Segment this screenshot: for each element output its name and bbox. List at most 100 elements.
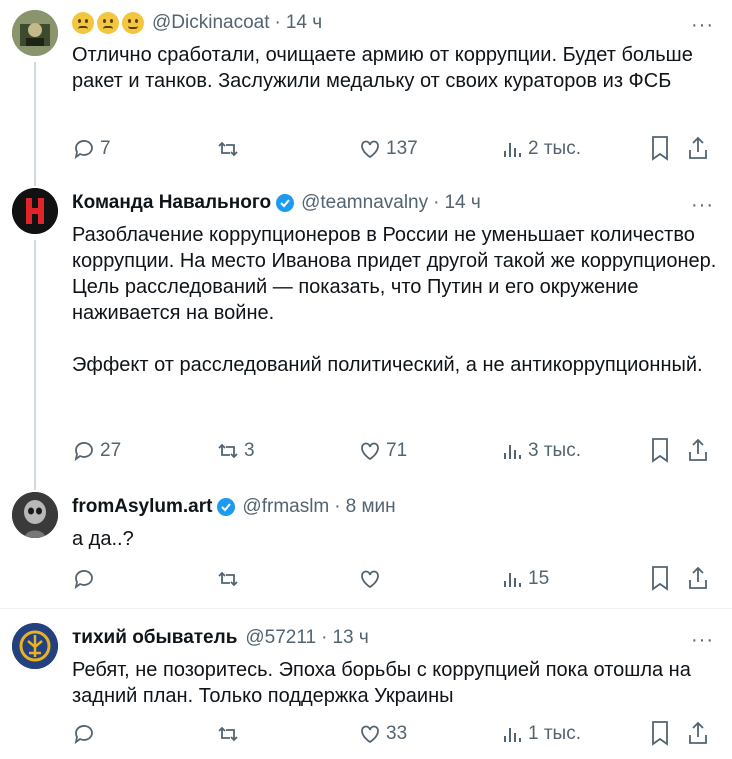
action-bar: 7 137 2 тыс. — [72, 134, 722, 164]
like-count: 71 — [386, 440, 408, 461]
timestamp[interactable]: 14 ч — [286, 12, 322, 34]
display-name[interactable]: тихий обыватель — [72, 627, 237, 649]
tweet-text: Ребят, не позоритесь. Эпоха борьбы с кор… — [72, 659, 697, 707]
bookmark-icon — [652, 438, 668, 463]
more-options-icon[interactable]: ··· — [691, 629, 714, 652]
avatar[interactable] — [12, 10, 58, 56]
reply-button[interactable]: 27 — [72, 436, 121, 466]
action-bar: 27 3 71 3 тыс. — [72, 436, 722, 466]
bookmark-icon — [652, 136, 668, 161]
bookmark-button[interactable] — [648, 134, 672, 167]
reply-button[interactable] — [72, 564, 100, 594]
share-button[interactable] — [686, 134, 710, 167]
confused-face-icon — [97, 12, 119, 34]
views-chart-icon — [504, 728, 521, 742]
tweet-4[interactable]: тихий обыватель @57211 · 13 ч ··· Ребят,… — [0, 609, 732, 759]
reply-button[interactable] — [72, 719, 100, 749]
views-count: 15 — [528, 568, 550, 589]
reply-count: 27 — [100, 440, 122, 461]
tweet-3[interactable]: fromAsylum.art @frmaslm · 8 мин а да..? … — [0, 474, 732, 608]
avatar[interactable] — [12, 188, 58, 234]
views-count: 2 тыс. — [528, 138, 581, 159]
thread-line — [34, 178, 36, 186]
like-count: 33 — [386, 723, 408, 744]
timestamp[interactable]: 13 ч — [332, 627, 368, 649]
heart-icon — [361, 442, 379, 461]
like-button[interactable]: 137 — [358, 134, 418, 164]
emoji-name — [72, 12, 144, 34]
display-name[interactable]: fromAsylum.art — [72, 496, 212, 518]
heart-icon — [361, 725, 379, 744]
bookmark-button[interactable] — [648, 719, 672, 752]
like-button[interactable] — [358, 564, 386, 594]
navalny-team-logo-icon — [12, 188, 58, 234]
bookmark-icon — [652, 721, 668, 746]
retweet-icon — [218, 141, 238, 157]
retweet-button[interactable]: 3 — [216, 436, 255, 466]
share-icon — [689, 721, 707, 744]
more-options-icon[interactable]: ··· — [691, 194, 714, 217]
retweet-button[interactable] — [216, 564, 244, 594]
retweet-icon — [218, 443, 238, 459]
views-count: 3 тыс. — [528, 440, 581, 461]
upside-down-face-icon — [122, 12, 144, 34]
thread-line — [34, 240, 36, 476]
retweet-button[interactable] — [216, 134, 244, 164]
share-icon — [689, 566, 707, 589]
retweet-icon — [218, 571, 238, 587]
reply-icon — [74, 140, 93, 160]
retweet-button[interactable] — [216, 719, 244, 749]
like-button[interactable]: 71 — [358, 436, 407, 466]
user-handle[interactable]: @frmaslm — [242, 496, 329, 518]
reply-count: 7 — [100, 138, 111, 159]
tweet-header: Команда Навального @teamnavalny · 14 ч — [72, 190, 481, 216]
worried-face-icon — [72, 12, 94, 34]
reply-button[interactable]: 7 — [72, 134, 111, 164]
tweet-header: @Dickinacoat · 14 ч — [72, 10, 322, 36]
bookmark-button[interactable] — [648, 564, 672, 597]
views-chart-icon — [504, 143, 521, 157]
separator-dot: · — [433, 192, 440, 213]
reply-icon — [74, 725, 93, 745]
tweet-header: fromAsylum.art @frmaslm · 8 мин — [72, 494, 396, 520]
share-button[interactable] — [686, 564, 710, 597]
tweet-1[interactable]: @Dickinacoat · 14 ч ··· Отлично сработал… — [0, 0, 732, 182]
heart-icon — [361, 570, 379, 589]
thread-line — [34, 62, 36, 182]
tweet-2[interactable]: Команда Навального @teamnavalny · 14 ч ·… — [0, 178, 732, 476]
separator-dot: · — [321, 627, 328, 648]
timestamp[interactable]: 8 мин — [346, 496, 396, 518]
action-bar: 33 1 тыс. — [72, 719, 722, 749]
views-chart-icon — [504, 573, 521, 587]
share-icon — [689, 438, 707, 461]
views-button[interactable]: 15 — [500, 564, 549, 594]
heart-icon — [361, 140, 379, 159]
retweet-icon — [218, 726, 238, 742]
tweet-text: Разоблачение коррупционеров в России не … — [72, 224, 717, 376]
display-name[interactable]: Команда Навального — [72, 192, 271, 214]
retweet-count: 3 — [244, 440, 255, 461]
views-button[interactable]: 2 тыс. — [500, 134, 581, 164]
avatar-image-icon — [12, 10, 58, 56]
skull-avatar-icon — [12, 492, 58, 538]
user-handle[interactable]: @Dickinacoat — [152, 12, 270, 34]
separator-dot: · — [334, 496, 341, 517]
user-handle[interactable]: @teamnavalny — [301, 192, 428, 214]
user-handle[interactable]: @57211 — [245, 627, 316, 649]
like-button[interactable]: 33 — [358, 719, 407, 749]
share-button[interactable] — [686, 719, 710, 752]
share-icon — [689, 136, 707, 159]
views-button[interactable]: 1 тыс. — [500, 719, 581, 749]
share-button[interactable] — [686, 436, 710, 469]
views-chart-icon — [504, 445, 521, 459]
reply-icon — [74, 570, 93, 590]
thread-line — [34, 474, 36, 490]
views-button[interactable]: 3 тыс. — [500, 436, 581, 466]
avatar[interactable] — [12, 623, 58, 669]
views-count: 1 тыс. — [528, 723, 581, 744]
emblem-avatar-icon — [12, 623, 58, 669]
more-options-icon[interactable]: ··· — [691, 14, 714, 37]
avatar[interactable] — [12, 492, 58, 538]
timestamp[interactable]: 14 ч — [444, 192, 480, 214]
bookmark-button[interactable] — [648, 436, 672, 469]
